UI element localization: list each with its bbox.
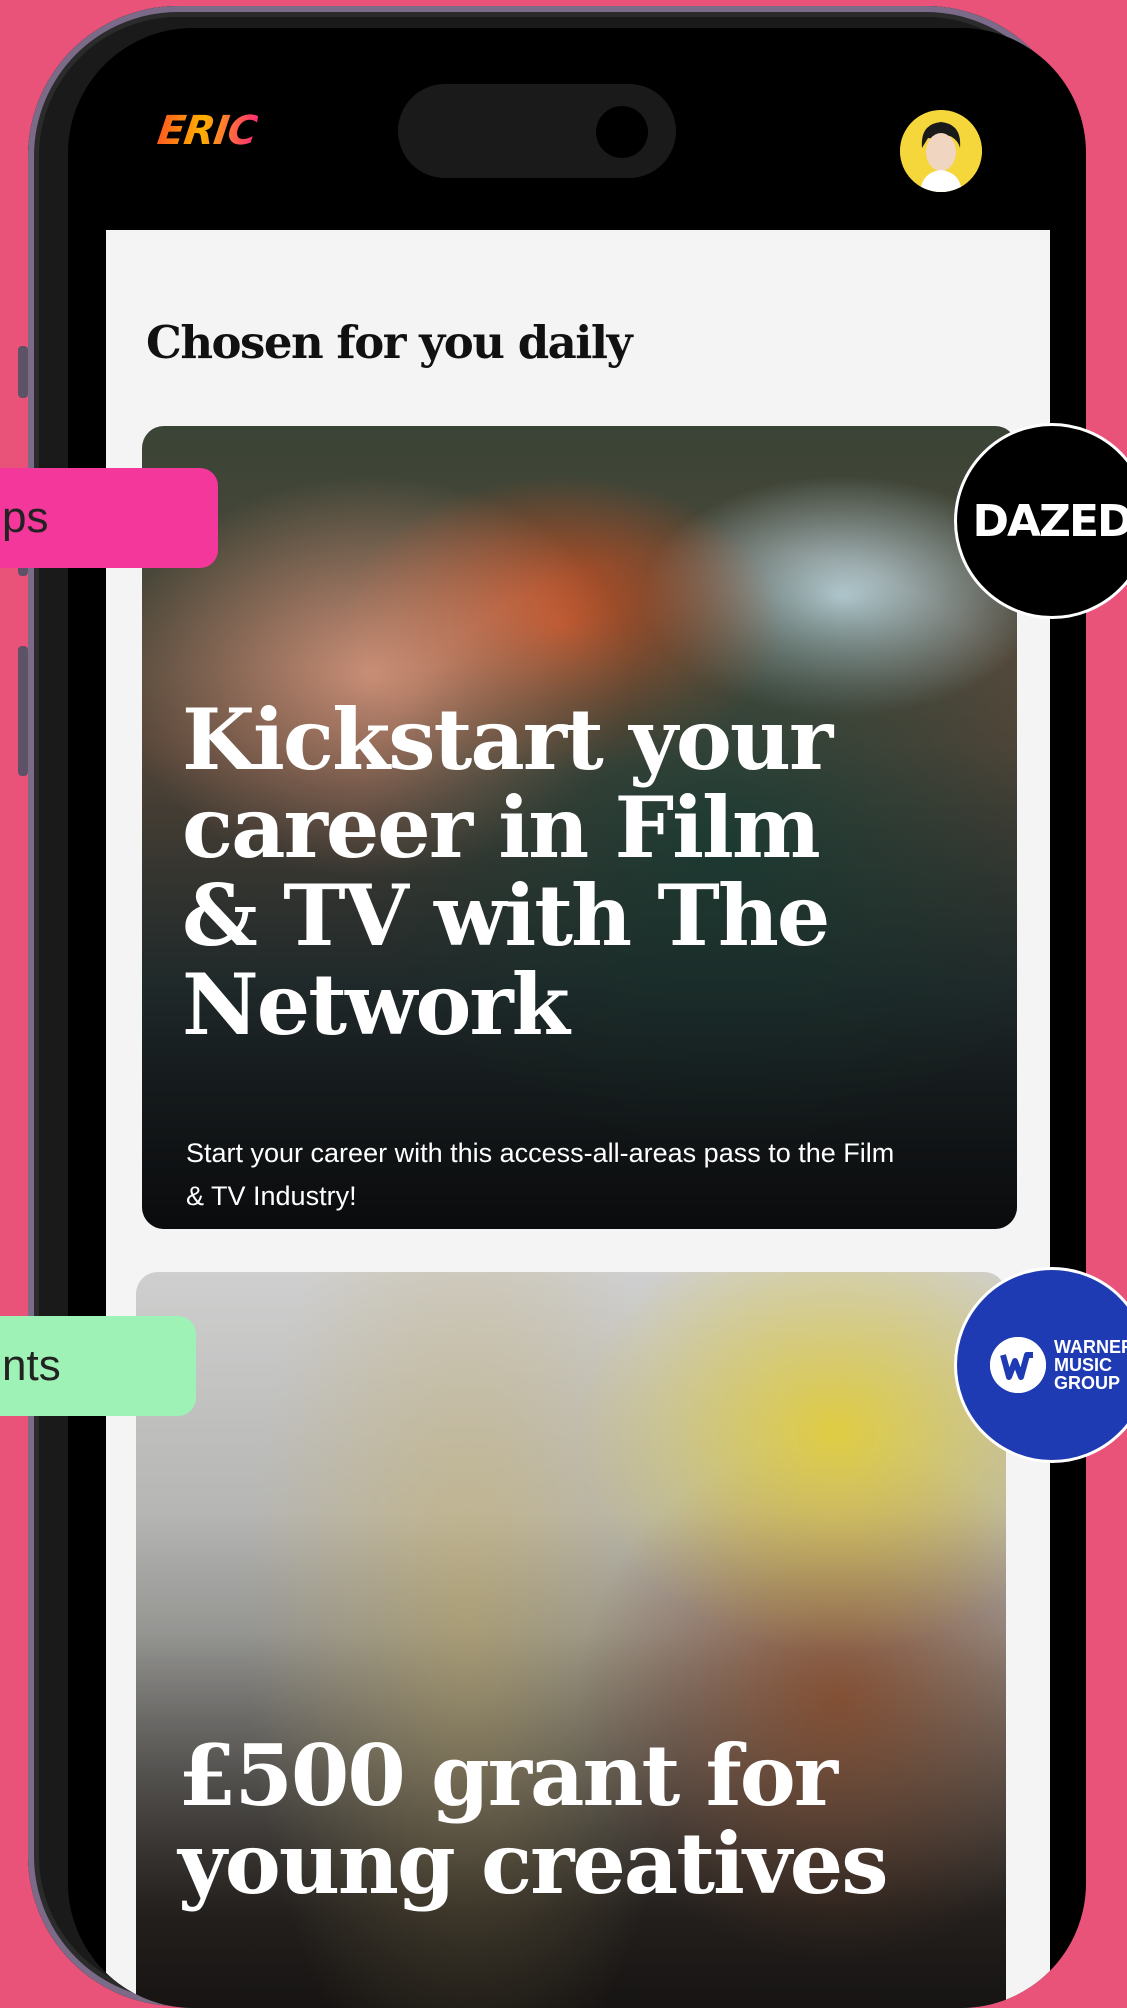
feed-card-grant[interactable]: £500 grant for young creatives	[136, 1272, 1006, 2008]
card-title: £500 grant for young creatives	[178, 1726, 889, 1914]
dynamic-island	[398, 84, 676, 178]
floating-tag-pink: ps	[0, 468, 218, 568]
user-avatar-icon[interactable]	[900, 110, 982, 192]
action-button	[18, 346, 28, 398]
card-description: Start your career with this access-all-a…	[186, 1138, 895, 1212]
warner-logo-icon	[990, 1337, 1046, 1393]
volume-down-button	[18, 646, 28, 776]
floating-tag-green: nts	[0, 1316, 196, 1416]
phone-frame: ERIC Chosen for you daily Kickstart your…	[18, 6, 1086, 2008]
camera-icon	[596, 106, 648, 158]
avatar-illustration	[900, 110, 982, 192]
phone-screen: ERIC Chosen for you daily Kickstart your…	[68, 28, 1086, 2008]
app-logo[interactable]: ERIC	[155, 108, 260, 154]
card-title: Kickstart your career in Film & TV with …	[182, 690, 833, 1054]
section-title: Chosen for you daily	[146, 316, 633, 369]
feed-card-film-tv[interactable]: Kickstart your career in Film & TV with …	[142, 426, 1017, 1229]
main-feed: Chosen for you daily Kickstart your care…	[106, 230, 1050, 2008]
